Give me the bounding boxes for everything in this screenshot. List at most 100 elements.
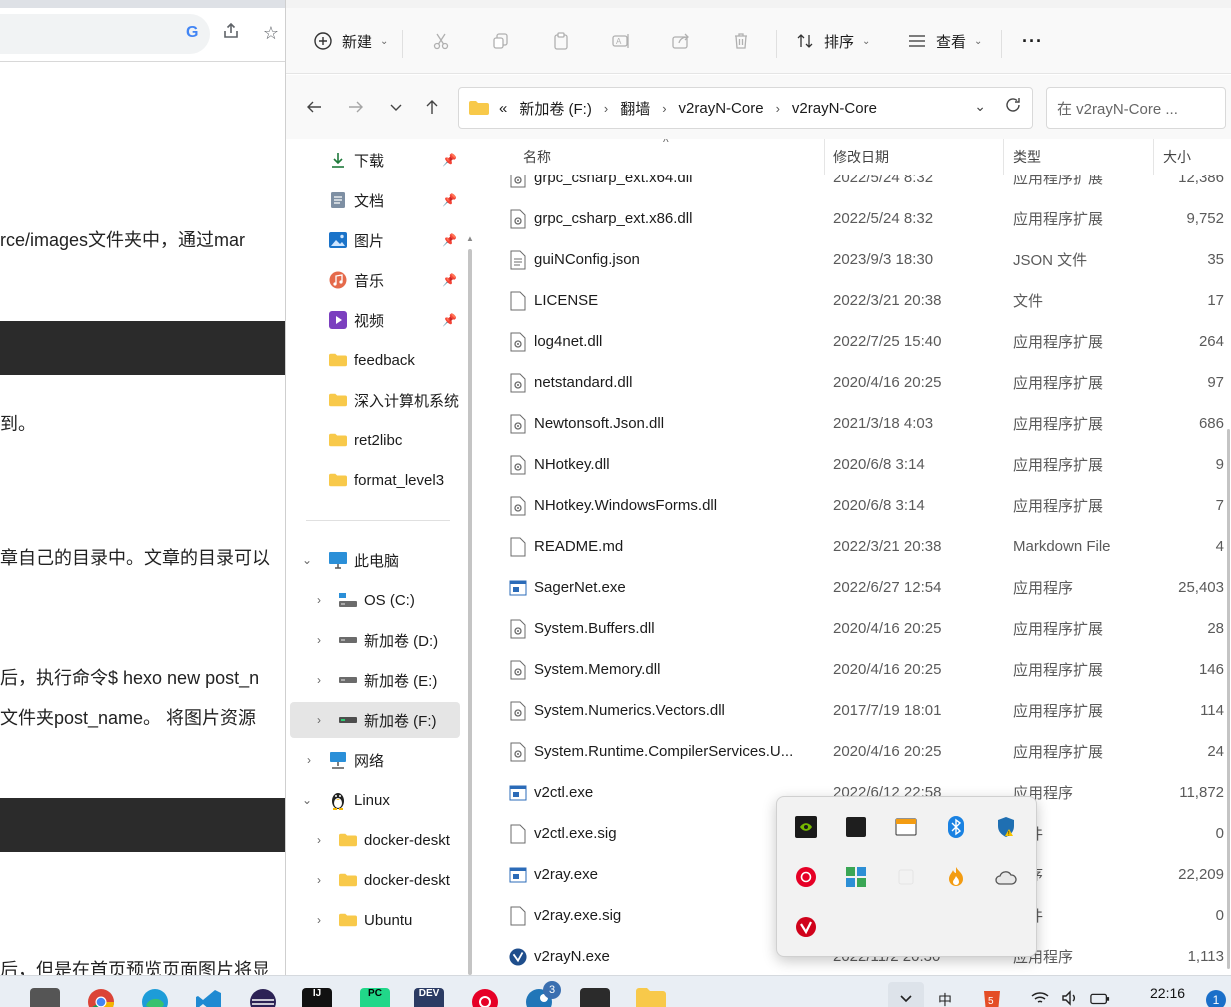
file-row[interactable]: LICENSE 2022/3/21 20:38 文件 17 bbox=[481, 280, 1231, 321]
chevron-right-icon[interactable]: › bbox=[312, 913, 326, 927]
file-row[interactable]: SagerNet.exe 2022/6/27 12:54 应用程序 25,403 bbox=[481, 567, 1231, 608]
google-icon[interactable]: G bbox=[182, 22, 204, 44]
v2rayn-tray-icon[interactable] bbox=[794, 915, 818, 939]
nav-this-pc[interactable]: ⌄ 此电脑 bbox=[286, 542, 474, 578]
eclipse-icon[interactable] bbox=[248, 988, 278, 1007]
show-hidden-icons-button[interactable] bbox=[888, 982, 924, 1007]
back-arrow-icon[interactable] bbox=[302, 95, 326, 119]
breadcrumb-item[interactable]: 新加卷 (F:) bbox=[519, 98, 592, 119]
cut-button[interactable] bbox=[430, 26, 452, 56]
address-dropdown-icon[interactable]: ⌄ bbox=[974, 98, 986, 115]
share-icon[interactable] bbox=[220, 22, 242, 44]
file-row[interactable]: guiNConfig.json 2023/9/3 18:30 JSON 文件 35 bbox=[481, 239, 1231, 280]
quick-access-music[interactable]: 音乐 📌 bbox=[286, 262, 474, 298]
quick-access-folder[interactable]: 深入计算机系统 bbox=[286, 382, 474, 418]
file-row[interactable]: System.Buffers.dll 2020/4/16 20:25 应用程序扩展 2… bbox=[481, 608, 1231, 649]
nav-linux-child[interactable]: › docker-deskt bbox=[286, 822, 474, 858]
explorer-icon[interactable] bbox=[636, 988, 666, 1007]
security-shield-icon[interactable]: ! bbox=[994, 815, 1018, 839]
ime-indicator[interactable]: 中 bbox=[935, 990, 955, 1007]
quick-access-folder[interactable]: feedback bbox=[286, 342, 474, 378]
pin-icon[interactable]: 📌 bbox=[442, 313, 457, 327]
chrome-icon[interactable] bbox=[86, 988, 116, 1007]
bookmark-star-icon[interactable]: ☆ bbox=[260, 22, 282, 44]
paste-button[interactable] bbox=[550, 26, 572, 56]
pin-icon[interactable]: 📌 bbox=[442, 193, 457, 207]
quick-access-videos[interactable]: 视频 📌 bbox=[286, 302, 474, 338]
breadcrumb-item[interactable]: v2rayN-Core bbox=[792, 100, 877, 117]
quick-access-documents[interactable]: 文档 📌 bbox=[286, 182, 474, 218]
wifi-icon[interactable] bbox=[1030, 990, 1050, 1007]
nav-linux-child[interactable]: › Ubuntu bbox=[286, 902, 474, 938]
bluetooth-icon[interactable] bbox=[944, 815, 968, 839]
terminal-icon[interactable] bbox=[580, 988, 610, 1007]
html5-icon[interactable]: 5 bbox=[982, 990, 1002, 1007]
quick-access-downloads[interactable]: 下载 📌 bbox=[286, 142, 474, 178]
chevron-right-icon[interactable]: › bbox=[312, 633, 326, 647]
chevron-right-icon[interactable]: › bbox=[312, 833, 326, 847]
sort-button[interactable]: 排序 ⌄ bbox=[794, 26, 870, 56]
vscode-icon[interactable] bbox=[194, 988, 224, 1007]
delete-button[interactable] bbox=[730, 26, 752, 56]
nav-network[interactable]: › 网络 bbox=[286, 742, 474, 778]
quick-access-pictures[interactable]: 图片 📌 bbox=[286, 222, 474, 258]
breadcrumb-item[interactable]: 翻墙 bbox=[620, 98, 650, 119]
chevron-right-icon[interactable]: › bbox=[312, 593, 326, 607]
nav-linux[interactable]: ⌄ Linux bbox=[286, 782, 474, 818]
fire-icon[interactable] bbox=[944, 865, 968, 889]
more-options-button[interactable]: ··· bbox=[1022, 26, 1043, 56]
clock[interactable]: 22:16 bbox=[1150, 985, 1185, 1001]
forward-arrow-icon[interactable] bbox=[344, 95, 368, 119]
color-grid-icon[interactable] bbox=[844, 865, 868, 889]
file-row[interactable]: log4net.dll 2022/7/25 15:40 应用程序扩展 264 bbox=[481, 321, 1231, 362]
chevron-down-icon[interactable]: ⌄ bbox=[300, 553, 314, 567]
breadcrumb-chevron-icon[interactable]: › bbox=[776, 101, 780, 116]
devcpp-icon[interactable]: DEV bbox=[414, 988, 444, 1007]
chevron-right-icon[interactable]: › bbox=[312, 873, 326, 887]
chevron-right-icon[interactable]: › bbox=[302, 753, 316, 767]
netease-icon[interactable] bbox=[470, 988, 500, 1007]
file-row[interactable]: System.Runtime.CompilerServices.U... 2020… bbox=[481, 731, 1231, 772]
column-divider[interactable] bbox=[1003, 139, 1004, 175]
quick-access-folder[interactable]: format_level3 bbox=[286, 462, 474, 498]
blank-icon[interactable] bbox=[894, 865, 918, 889]
recent-locations-chevron-icon[interactable] bbox=[384, 95, 408, 119]
pin-icon[interactable]: 📌 bbox=[442, 273, 457, 287]
column-divider[interactable] bbox=[1153, 139, 1154, 175]
chevron-right-icon[interactable]: › bbox=[312, 713, 326, 727]
search-input[interactable]: 在 v2rayN-Core ... bbox=[1046, 87, 1226, 129]
file-row[interactable]: grpc_csharp_ext.x86.dll 2022/5/24 8:32 应用程… bbox=[481, 198, 1231, 239]
nav-drive[interactable]: › 新加卷 (E:) bbox=[286, 662, 474, 698]
terminal-icon[interactable] bbox=[844, 815, 868, 839]
file-row[interactable]: README.md 2022/3/21 20:38 Markdown File 4 bbox=[481, 526, 1231, 567]
file-row[interactable]: netstandard.dll 2020/4/16 20:25 应用程序扩展 97 bbox=[481, 362, 1231, 403]
browser-address-bar[interactable] bbox=[0, 14, 210, 54]
notification-count-badge[interactable]: 1 bbox=[1206, 990, 1226, 1007]
new-button[interactable]: 新建 ⌄ bbox=[312, 26, 388, 56]
app-window-icon[interactable] bbox=[894, 815, 918, 839]
column-date-header[interactable]: 修改日期 bbox=[833, 147, 889, 167]
column-divider[interactable] bbox=[824, 139, 825, 175]
start-icon[interactable] bbox=[30, 988, 60, 1007]
nav-drive-selected[interactable]: › 新加卷 (F:) bbox=[290, 702, 460, 738]
nvidia-icon[interactable] bbox=[794, 815, 818, 839]
breadcrumb-item[interactable]: v2rayN-Core bbox=[679, 100, 764, 117]
breadcrumb-chevron-icon[interactable]: › bbox=[662, 101, 666, 116]
chevron-right-icon[interactable]: › bbox=[312, 673, 326, 687]
file-row[interactable]: Newtonsoft.Json.dll 2021/3/18 4:03 应用程序扩展 6… bbox=[481, 403, 1231, 444]
address-bar[interactable]: « 新加卷 (F:) › 翻墙 › v2rayN-Core › v2rayN-C… bbox=[458, 87, 1033, 129]
pin-icon[interactable]: 📌 bbox=[442, 233, 457, 247]
rename-button[interactable]: A bbox=[610, 26, 632, 56]
file-row[interactable]: NHotkey.dll 2020/6/8 3:14 应用程序扩展 9 bbox=[481, 444, 1231, 485]
column-name-header[interactable]: 名称 bbox=[523, 147, 551, 167]
file-list-scrollbar[interactable] bbox=[1227, 429, 1230, 969]
file-row[interactable]: System.Memory.dll 2020/4/16 20:25 应用程序扩展 14… bbox=[481, 649, 1231, 690]
file-row[interactable]: NHotkey.WindowsForms.dll 2020/6/8 3:14 应用程… bbox=[481, 485, 1231, 526]
battery-icon[interactable] bbox=[1090, 990, 1110, 1007]
pin-icon[interactable]: 📌 bbox=[442, 153, 457, 167]
edge-icon[interactable] bbox=[140, 988, 170, 1007]
column-size-header[interactable]: 大小 bbox=[1163, 147, 1191, 167]
netease-music-icon[interactable] bbox=[794, 865, 818, 889]
chevron-down-icon[interactable]: ⌄ bbox=[300, 793, 314, 807]
refresh-icon[interactable] bbox=[1004, 96, 1022, 119]
